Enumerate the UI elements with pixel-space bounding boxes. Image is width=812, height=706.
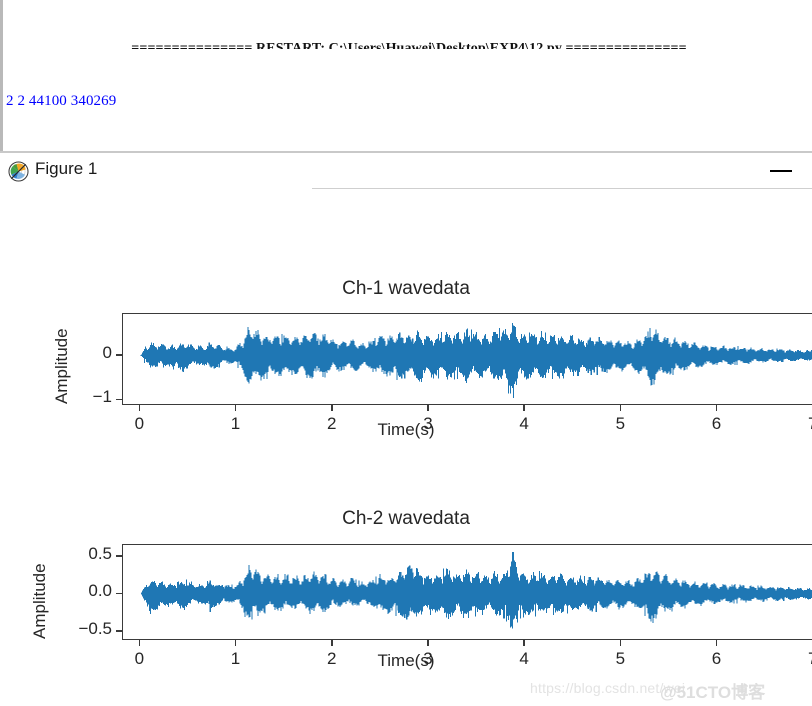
chart-ch2-xtick-mark [138,640,141,646]
chart-ch1-ytick-mark [116,354,122,357]
figure-canvas[interactable]: Ch-1 wavedata Amplitude Time(s) 01234567… [0,189,812,706]
chart-ch1-axes [122,313,812,405]
chart-ch1-xtick-label: 7 [788,414,812,434]
console-output-text: =============== RESTART: C:\Users\Huawei… [6,0,812,153]
chart-ch2-xtick-mark [234,640,237,646]
chart-ch2-xtick-mark [330,640,333,646]
chart-ch2-ytick-label: 0.0 [88,581,112,601]
figure-titlebar[interactable]: Figure 1 [0,153,812,189]
figure-window-title: Figure 1 [35,159,98,178]
chart-ch2-xtick-label: 5 [615,649,626,668]
chart-ch1-xtick-mark [619,405,622,411]
minimize-button[interactable] [764,161,798,181]
chart-ch1-xtick-mark [138,405,141,411]
chart-ch2-xtick-mark [427,640,429,646]
chart-ch1-xtick-label: 4 [519,414,529,433]
chart-ch2-title: Ch-2 wavedata [342,508,470,529]
screenshot-root: =============== RESTART: C:\Users\Huawei… [0,0,812,706]
chart-ch1-xtick-mark [523,405,525,411]
chart-ch1-xtick-label: 1 [230,414,241,433]
chart-ch2-xtick-label: 0 [134,649,145,668]
chart-ch2-xtick-label: 4 [519,649,529,668]
chart-ch2-xtick-label: 7 [788,649,812,669]
chart-ch1-title: Ch-1 wavedata [342,278,470,299]
matplotlib-logo-icon [8,161,29,182]
chart-ch2-xtick-label: 6 [711,649,722,668]
matplotlib-figure-window: Figure 1 Ch-1 wavedata Amplitude Time(s)… [0,153,812,706]
chart-ch1-xtick-mark [427,405,429,411]
chart-ch2-xtick-mark [619,640,622,646]
chart-ch2-waveform [139,552,812,629]
chart-ch2-xtick-mark [523,640,525,646]
chart-ch1-ytick-label: 0 [102,342,112,362]
chart-ch1-xtick-label: 2 [326,414,337,433]
chart-ch2-ytick-label: −0.5 [78,618,112,638]
chart-ch2-ytick-mark [116,592,122,595]
chart-ch1-xtick-label: 6 [711,414,722,433]
chart-ch1-xtick-mark [715,405,718,411]
chart-ch1-xtick-mark [234,405,237,411]
chart-ch2-xtick-label: 2 [326,649,337,668]
idle-shell-output-pane[interactable]: =============== RESTART: C:\Users\Huawei… [0,0,812,153]
chart-ch2-xtick-label: 3 [423,649,433,668]
minimize-icon [770,170,792,172]
console-left-border [0,0,3,153]
chart-ch2-ytick-label: 0.5 [88,543,112,563]
chart-ch1-ytick-label: −1 [92,387,112,407]
chart-ch2-ytick-mark [116,555,122,557]
chart-ch2-xtick-label: 1 [230,649,241,668]
chart-ch1-ytick-mark [116,398,122,401]
console-restart-line: =============== RESTART: C:\Users\Huawei… [131,41,687,49]
chart-ch2-xtick-mark [715,640,718,646]
chart-ch1-xtick-label: 0 [134,414,145,433]
chart-ch1-waveform [139,323,812,398]
console-line-0: 2 2 44100 340269 [6,93,117,109]
chart-ch2-axes [122,544,812,640]
chart-ch1-xtick-label: 3 [423,414,433,433]
chart-ch1-xtick-mark [330,405,333,411]
chart-ch1-xtick-label: 5 [615,414,626,433]
chart-ch2-ytick-mark [116,630,122,632]
